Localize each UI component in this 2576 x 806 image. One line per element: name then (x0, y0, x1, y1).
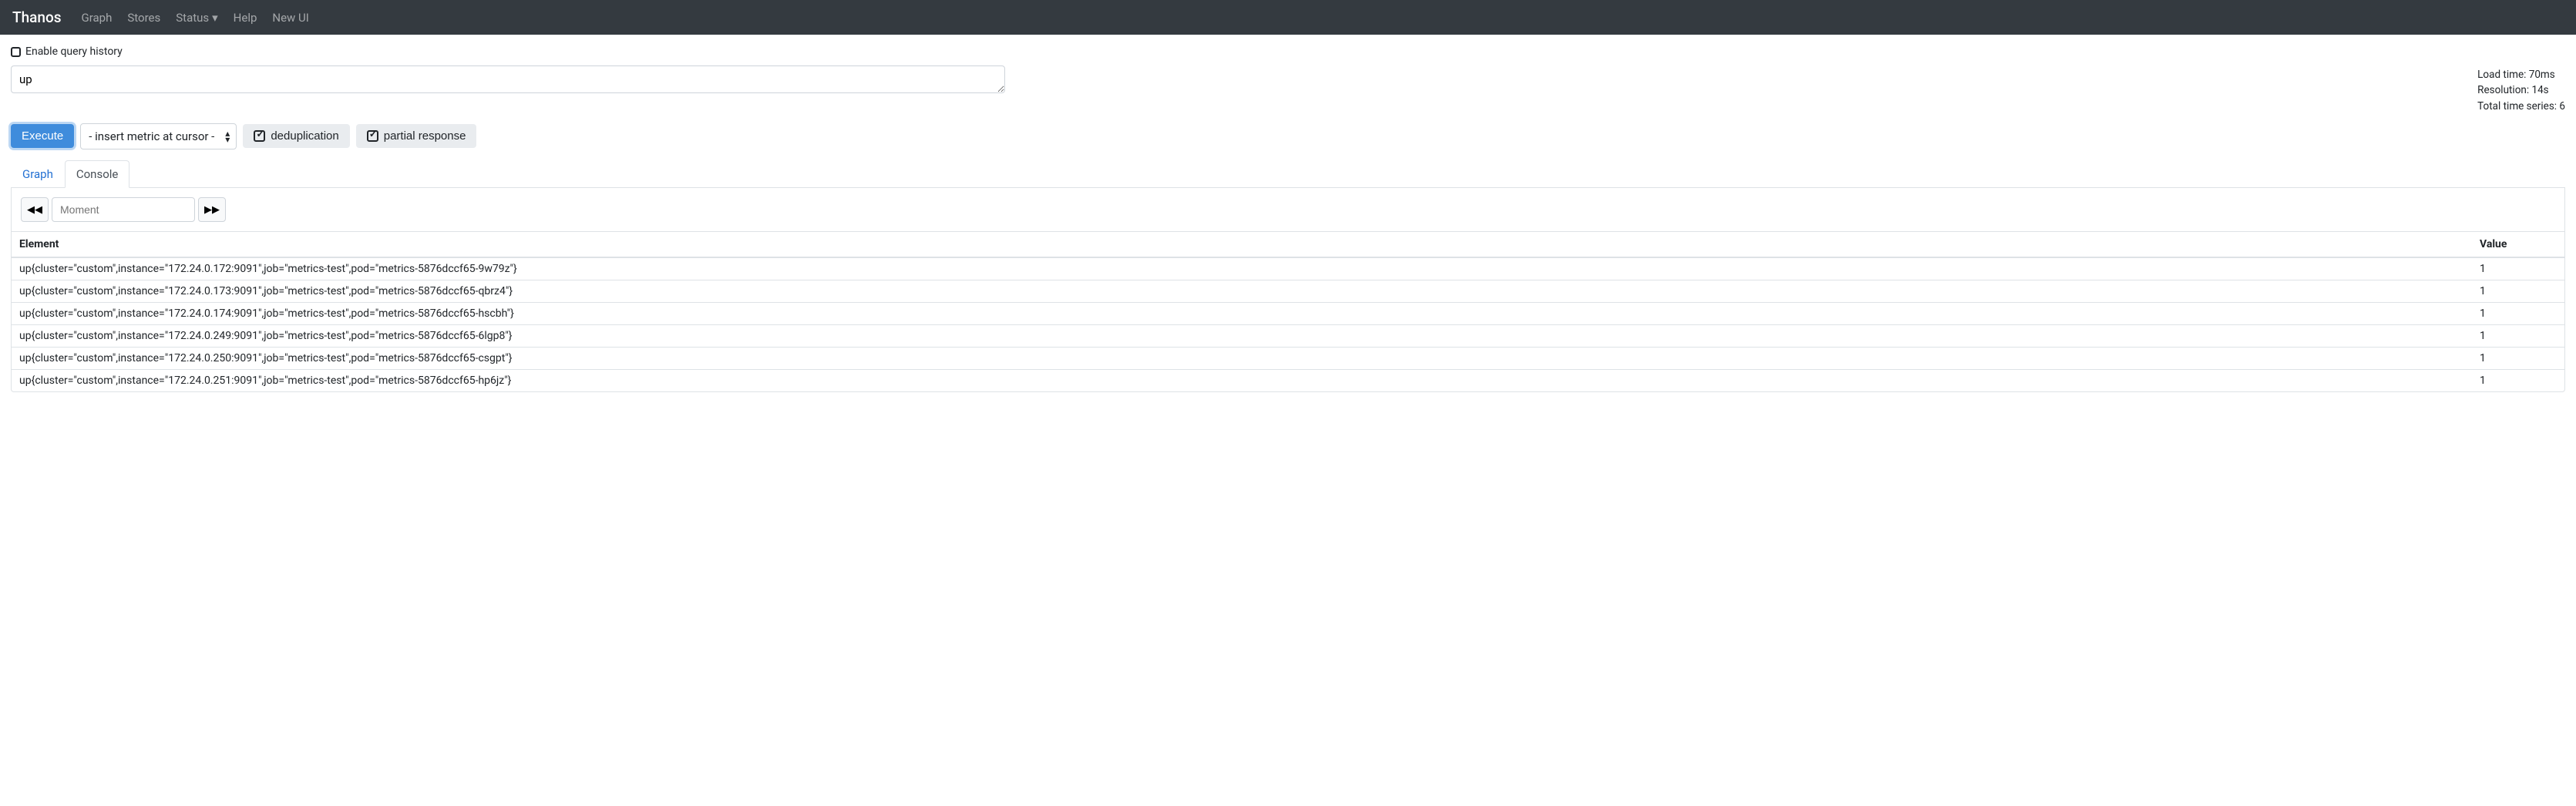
tab-graph[interactable]: Graph (11, 160, 65, 188)
cell-value: 1 (2472, 369, 2564, 391)
cell-value: 1 (2472, 324, 2564, 347)
stat-load-time: Load time: 70ms (2477, 67, 2565, 82)
moment-row: ◀◀ ▶▶ (12, 188, 2564, 231)
main-container: Enable query history Load time: 70ms Res… (0, 35, 2576, 403)
nav-stores[interactable]: Stores (119, 5, 168, 31)
results-table: Element Value up{cluster="custom",instan… (12, 231, 2564, 391)
nav-graph[interactable]: Graph (74, 5, 120, 31)
nav-status-label: Status (176, 11, 209, 25)
partial-response-label: partial response (384, 129, 466, 143)
cell-element: up{cluster="custom",instance="172.24.0.2… (12, 347, 2472, 369)
double-chevron-right-icon: ▶▶ (204, 203, 220, 216)
enable-history-checkbox[interactable] (11, 47, 21, 57)
nav-new-ui[interactable]: New UI (264, 5, 316, 31)
caret-down-icon: ▾ (212, 11, 218, 25)
enable-history-row: Enable query history (11, 45, 2565, 58)
moment-next-button[interactable]: ▶▶ (198, 197, 226, 222)
cell-element: up{cluster="custom",instance="172.24.0.2… (12, 369, 2472, 391)
tabs: Graph Console (11, 160, 2565, 188)
nav-status[interactable]: Status ▾ (168, 5, 225, 31)
controls-row: Execute - insert metric at cursor - ▴▾ d… (11, 123, 2565, 149)
navbar: Thanos Graph Stores Status ▾ Help New UI (0, 0, 2576, 35)
cell-value: 1 (2472, 302, 2564, 324)
enable-history-label: Enable query history (25, 45, 123, 58)
cell-element: up{cluster="custom",instance="172.24.0.1… (12, 302, 2472, 324)
check-icon (367, 130, 378, 142)
table-row: up{cluster="custom",instance="172.24.0.1… (12, 257, 2564, 280)
table-row: up{cluster="custom",instance="172.24.0.1… (12, 280, 2564, 302)
nav-help[interactable]: Help (226, 5, 265, 31)
console-panel: ◀◀ ▶▶ Element Value up{cluster="custom",… (11, 188, 2565, 392)
query-row: Load time: 70ms Resolution: 14s Total ti… (11, 65, 2565, 114)
metric-select[interactable]: - insert metric at cursor - ▴▾ (80, 123, 237, 149)
query-stats: Load time: 70ms Resolution: 14s Total ti… (2477, 65, 2565, 114)
execute-button[interactable]: Execute (11, 124, 74, 148)
col-value: Value (2472, 231, 2564, 257)
table-row: up{cluster="custom",instance="172.24.0.1… (12, 302, 2564, 324)
moment-prev-button[interactable]: ◀◀ (21, 197, 49, 222)
stat-total-series: Total time series: 6 (2477, 99, 2565, 114)
double-chevron-left-icon: ◀◀ (27, 203, 42, 216)
table-row: up{cluster="custom",instance="172.24.0.2… (12, 347, 2564, 369)
cell-element: up{cluster="custom",instance="172.24.0.1… (12, 257, 2472, 280)
query-input[interactable] (11, 65, 1005, 93)
navbar-brand[interactable]: Thanos (12, 8, 62, 26)
updown-icon: ▴▾ (225, 130, 230, 143)
moment-input[interactable] (52, 197, 195, 222)
partial-response-toggle[interactable]: partial response (356, 124, 477, 148)
dedup-label: deduplication (271, 129, 338, 143)
tab-console[interactable]: Console (65, 160, 130, 188)
stat-resolution: Resolution: 14s (2477, 82, 2565, 98)
table-row: up{cluster="custom",instance="172.24.0.2… (12, 369, 2564, 391)
cell-value: 1 (2472, 257, 2564, 280)
table-row: up{cluster="custom",instance="172.24.0.2… (12, 324, 2564, 347)
cell-value: 1 (2472, 347, 2564, 369)
cell-element: up{cluster="custom",instance="172.24.0.1… (12, 280, 2472, 302)
cell-element: up{cluster="custom",instance="172.24.0.2… (12, 324, 2472, 347)
metric-select-label: - insert metric at cursor - (89, 129, 214, 143)
col-element: Element (12, 231, 2472, 257)
dedup-toggle[interactable]: deduplication (243, 124, 349, 148)
check-icon (254, 130, 265, 142)
cell-value: 1 (2472, 280, 2564, 302)
